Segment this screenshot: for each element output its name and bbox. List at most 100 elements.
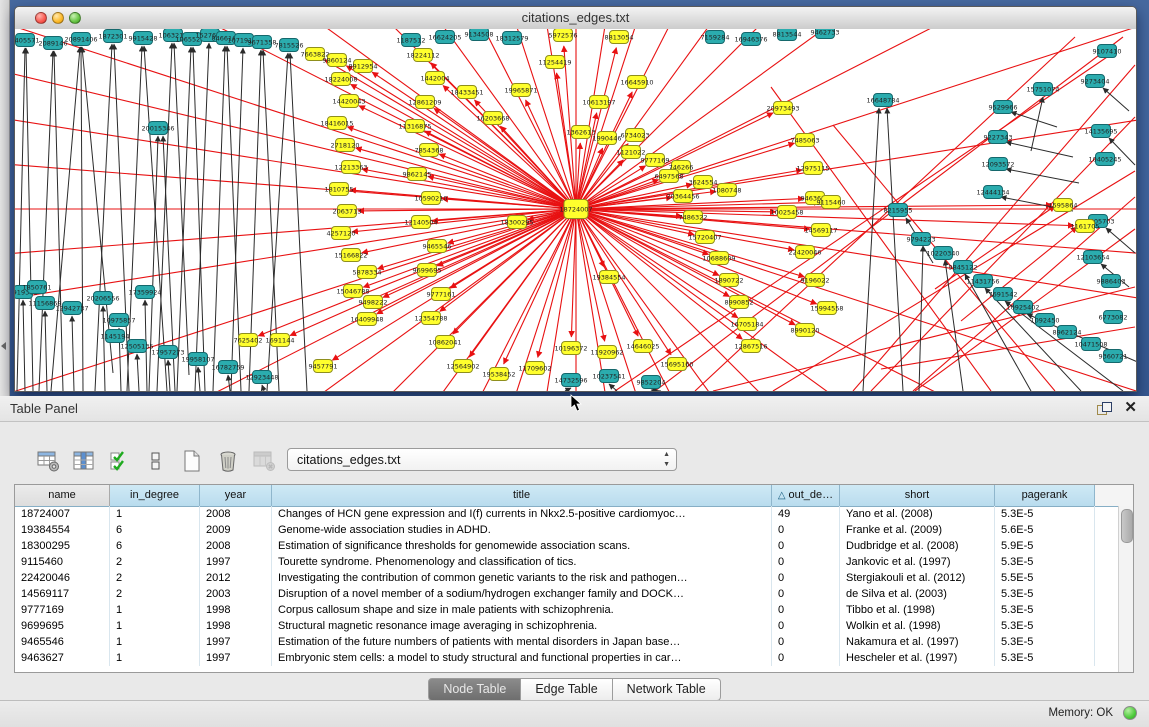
table-cell[interactable]: 5.9E-5	[995, 538, 1095, 554]
table-cell[interactable]: 5.3E-5	[995, 650, 1095, 666]
table-row[interactable]: 946554611997Estimation of the future num…	[15, 634, 1119, 650]
tab-network-table[interactable]: Network Table	[613, 678, 721, 701]
table-cell[interactable]: 9465546	[15, 634, 110, 650]
table-cell[interactable]: 18300295	[15, 538, 110, 554]
table-cell[interactable]: de Silva et al. (2003)	[840, 586, 995, 602]
table-cell[interactable]: 2012	[200, 570, 272, 586]
table-cell[interactable]: 9699695	[15, 618, 110, 634]
table-cell[interactable]: 0	[772, 570, 840, 586]
table-row[interactable]: 946362711997Embryonic stem cells: a mode…	[15, 650, 1119, 666]
table-cell[interactable]: 5.5E-5	[995, 570, 1095, 586]
table-cell[interactable]: 2	[110, 570, 200, 586]
show-columns-icon[interactable]	[72, 449, 96, 473]
column-header-title[interactable]: title	[272, 485, 772, 506]
table-cell[interactable]: Yano et al. (2008)	[840, 506, 995, 522]
table-cell[interactable]: Genome-wide association studies in ADHD.	[272, 522, 772, 538]
column-header-year[interactable]: year	[200, 485, 272, 506]
collapse-arrow-icon[interactable]	[1, 342, 6, 350]
split-divider[interactable]	[0, 0, 10, 396]
table-cell[interactable]: 2008	[200, 538, 272, 554]
table-cell[interactable]: Structural magnetic resonance image aver…	[272, 618, 772, 634]
table-cell[interactable]: Dudbridge et al. (2008)	[840, 538, 995, 554]
table-cell[interactable]: 9463627	[15, 650, 110, 666]
table-cell[interactable]: 6	[110, 522, 200, 538]
column-header-out_de[interactable]: △out_de…	[772, 485, 840, 506]
table-settings-icon[interactable]	[36, 449, 60, 473]
table-cell[interactable]: Embryonic stem cells: a model to study s…	[272, 650, 772, 666]
tab-edge-table[interactable]: Edge Table	[521, 678, 612, 701]
table-cell[interactable]: 2	[110, 554, 200, 570]
table-selector-dropdown[interactable]: citations_edges.txt ▲▼	[287, 448, 677, 471]
table-cell[interactable]: Disruption of a novel member of a sodium…	[272, 586, 772, 602]
table-cell[interactable]: 0	[772, 522, 840, 538]
table-cell[interactable]: 1998	[200, 602, 272, 618]
table-cell[interactable]: 5.3E-5	[995, 618, 1095, 634]
table-cell[interactable]: 5.3E-5	[995, 602, 1095, 618]
table-cell[interactable]: 0	[772, 586, 840, 602]
table-cell[interactable]: 0	[772, 634, 840, 650]
table-cell[interactable]: 1997	[200, 554, 272, 570]
table-cell[interactable]: 2009	[200, 522, 272, 538]
table-cell[interactable]: 5.3E-5	[995, 506, 1095, 522]
table-cell[interactable]: 2008	[200, 506, 272, 522]
table-cell[interactable]: Estimation of the future numbers of pati…	[272, 634, 772, 650]
column-header-name[interactable]: name	[15, 485, 110, 506]
table-cell[interactable]: 5.3E-5	[995, 586, 1095, 602]
table-cell[interactable]: Estimation of significance thresholds fo…	[272, 538, 772, 554]
table-cell[interactable]: Stergiakouli et al. (2012)	[840, 570, 995, 586]
table-cell[interactable]: Hescheler et al. (1997)	[840, 650, 995, 666]
table-cell[interactable]: 1	[110, 650, 200, 666]
table-cell[interactable]: Corpus callosum shape and size in male p…	[272, 602, 772, 618]
show-rows-icon[interactable]	[144, 449, 168, 473]
vertical-scrollbar[interactable]	[1118, 506, 1133, 672]
table-cell[interactable]: 1	[110, 602, 200, 618]
network-view[interactable]: 1405571208914620891406187230199154281063…	[15, 29, 1136, 391]
table-row[interactable]: 911546021997Tourette syndrome. Phenomeno…	[15, 554, 1119, 570]
table-cell[interactable]: 0	[772, 618, 840, 634]
table-cell[interactable]: 2	[110, 586, 200, 602]
table-row[interactable]: 1938455462009Genome-wide association stu…	[15, 522, 1119, 538]
table-cell[interactable]: 1	[110, 618, 200, 634]
tab-node-table[interactable]: Node Table	[428, 678, 521, 701]
table-cell[interactable]: 49	[772, 506, 840, 522]
table-cell[interactable]: Wolkin et al. (1998)	[840, 618, 995, 634]
table-row[interactable]: 1872400712008Changes of HCN gene express…	[15, 506, 1119, 522]
table-cell[interactable]: Tourette syndrome. Phenomenology and cla…	[272, 554, 772, 570]
table-cell[interactable]: 1998	[200, 618, 272, 634]
table-cell[interactable]: 9777169	[15, 602, 110, 618]
table-row[interactable]: 1456911722003Disruption of a novel membe…	[15, 586, 1119, 602]
table-row[interactable]: 1830029562008Estimation of significance …	[15, 538, 1119, 554]
window-titlebar[interactable]: citations_edges.txt	[15, 7, 1136, 30]
table-cell[interactable]: Franke et al. (2009)	[840, 522, 995, 538]
table-cell[interactable]: 14569117	[15, 586, 110, 602]
new-table-icon[interactable]	[180, 449, 204, 473]
table-cell[interactable]: 0	[772, 650, 840, 666]
table-cell[interactable]: 5.3E-5	[995, 634, 1095, 650]
table-cell[interactable]: 18724007	[15, 506, 110, 522]
table-cell[interactable]: 1	[110, 634, 200, 650]
table-cell[interactable]: 0	[772, 538, 840, 554]
table-cell[interactable]: 9115460	[15, 554, 110, 570]
network-window[interactable]: citations_edges.txt 14055712089146208914…	[14, 6, 1137, 392]
delete-table-icon[interactable]	[216, 449, 240, 473]
table-cell[interactable]: 19384554	[15, 522, 110, 538]
table-cell[interactable]: 6	[110, 538, 200, 554]
table-cell[interactable]: Changes of HCN gene expression and I(f) …	[272, 506, 772, 522]
table-cell[interactable]: Tibbo et al. (1998)	[840, 602, 995, 618]
memory-ok-led-icon[interactable]	[1123, 706, 1137, 720]
table-cell[interactable]: 0	[772, 554, 840, 570]
table-cell[interactable]: Jankovic et al. (1997)	[840, 554, 995, 570]
table-cell[interactable]: 5.6E-5	[995, 522, 1095, 538]
column-header-short[interactable]: short	[840, 485, 995, 506]
select-rows-icon[interactable]	[108, 449, 132, 473]
table-cell[interactable]: 5.3E-5	[995, 554, 1095, 570]
table-cell[interactable]: 22420046	[15, 570, 110, 586]
table-cell[interactable]: 2003	[200, 586, 272, 602]
table-row[interactable]: 969969511998Structural magnetic resonanc…	[15, 618, 1119, 634]
table-cell[interactable]: 1	[110, 506, 200, 522]
column-header-pagerank[interactable]: pagerank	[995, 485, 1095, 506]
scrollbar-thumb[interactable]	[1121, 509, 1133, 543]
float-window-icon[interactable]	[1097, 402, 1111, 415]
table-cell[interactable]: 1997	[200, 650, 272, 666]
table-cell[interactable]: 1997	[200, 634, 272, 650]
